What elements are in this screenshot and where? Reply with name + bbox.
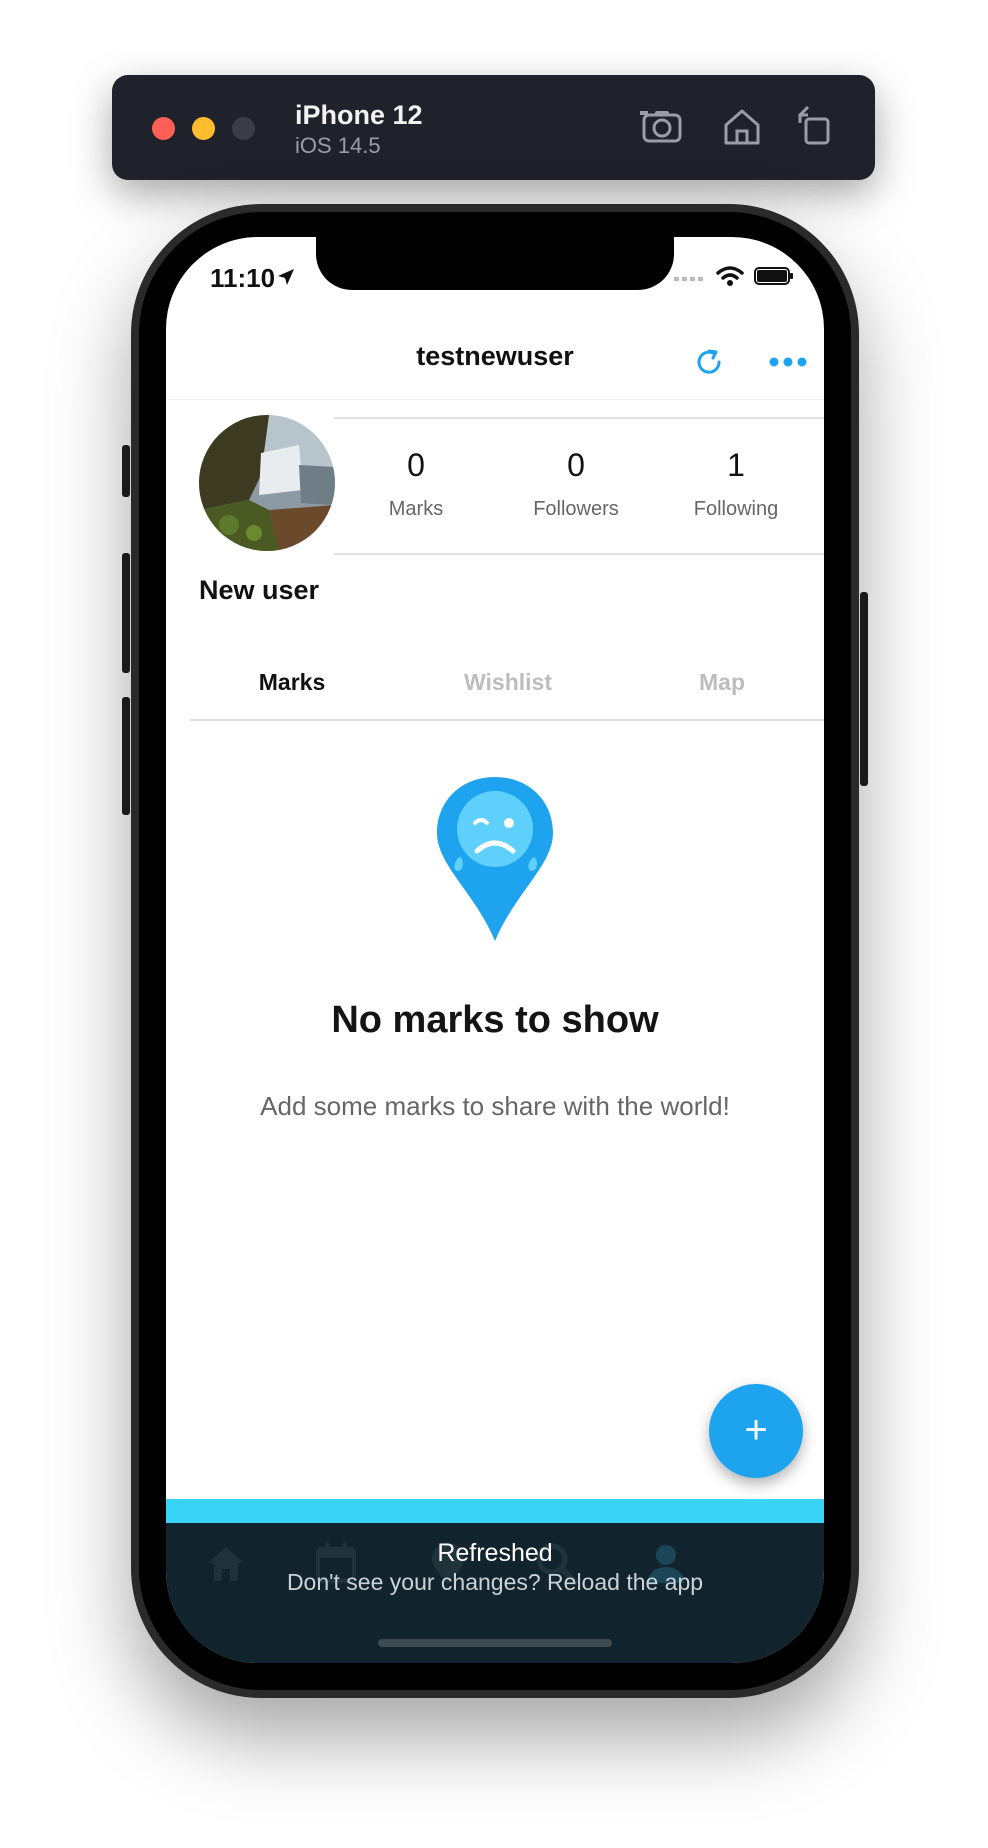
volume-down-button bbox=[122, 697, 130, 815]
add-mark-button[interactable]: + bbox=[709, 1384, 803, 1478]
home-indicator[interactable] bbox=[378, 1639, 612, 1647]
stat-value: 0 bbox=[567, 447, 585, 483]
waterfall-photo bbox=[199, 415, 335, 551]
notch bbox=[316, 237, 674, 290]
stat-followers[interactable]: 0 Followers bbox=[496, 419, 656, 521]
status-indicators bbox=[674, 265, 794, 287]
tab-wishlist[interactable]: Wishlist bbox=[408, 669, 608, 696]
power-button bbox=[860, 592, 868, 786]
profile-header: testnewuser bbox=[166, 327, 824, 400]
screenshot-icon[interactable] bbox=[638, 103, 686, 151]
toast-message[interactable]: Don't see your changes? Reload the app bbox=[166, 1569, 824, 1596]
battery-icon bbox=[754, 267, 793, 285]
app-screen: 11:10 testnewuser 0 Marks 0 Followers 1 … bbox=[166, 237, 824, 1663]
empty-state-title: No marks to show bbox=[331, 999, 659, 1041]
cellular-signal-icon bbox=[674, 277, 703, 281]
stat-label: Following bbox=[693, 498, 779, 520]
stat-label: Marks bbox=[388, 498, 444, 520]
status-time: 11:10 bbox=[210, 263, 276, 293]
avatar[interactable] bbox=[199, 415, 335, 551]
simulator-os-version: iOS 14.5 bbox=[295, 133, 381, 158]
tab-marks[interactable]: Marks bbox=[192, 669, 392, 696]
rotate-icon[interactable] bbox=[792, 103, 840, 151]
stat-label: Followers bbox=[533, 498, 619, 520]
stat-value: 1 bbox=[727, 447, 745, 483]
refresh-icon[interactable] bbox=[692, 345, 726, 379]
empty-state-subtitle: Add some marks to share with the world! bbox=[260, 1091, 730, 1121]
volume-up-button bbox=[122, 553, 130, 673]
simulator-device-name: iPhone 12 bbox=[295, 100, 423, 130]
tab-map[interactable]: Map bbox=[622, 669, 822, 696]
stat-following[interactable]: 1 Following bbox=[656, 419, 816, 521]
home-icon[interactable] bbox=[718, 103, 766, 151]
display-name: New user bbox=[199, 575, 320, 605]
stat-value: 0 bbox=[407, 447, 425, 483]
wifi-icon bbox=[716, 266, 744, 286]
zoom-window-button[interactable] bbox=[232, 117, 255, 140]
profile-tabs: Marks Wishlist Map bbox=[190, 655, 824, 721]
toast-title: Refreshed bbox=[437, 1539, 553, 1567]
stat-marks[interactable]: 0 Marks bbox=[336, 419, 496, 521]
close-window-button[interactable] bbox=[152, 117, 175, 140]
location-arrow-icon bbox=[278, 269, 294, 285]
simulator-title-bar: iPhone 12 iOS 14.5 bbox=[112, 75, 875, 180]
mute-switch bbox=[122, 445, 130, 497]
toast-accent-strip bbox=[166, 1499, 824, 1523]
sad-marker-icon bbox=[437, 777, 553, 941]
more-options-icon[interactable] bbox=[768, 355, 808, 369]
profile-stats: 0 Marks 0 Followers 1 Following bbox=[334, 417, 824, 555]
minimize-window-button[interactable] bbox=[192, 117, 215, 140]
